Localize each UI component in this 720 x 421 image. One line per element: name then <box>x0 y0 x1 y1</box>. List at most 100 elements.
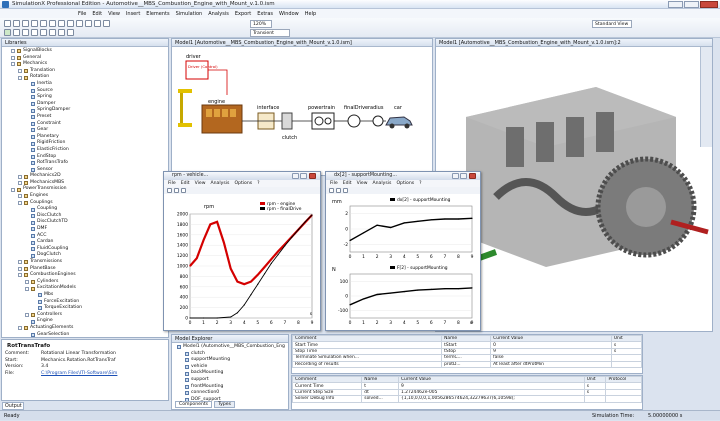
library-item[interactable]: PowerTransmission <box>4 186 166 193</box>
table-cell[interactable]: At least after dtProtMin <box>490 360 612 368</box>
library-item[interactable]: Translation <box>4 68 166 75</box>
library-item[interactable]: Couplings <box>4 200 166 207</box>
library-item[interactable]: Engines <box>4 193 166 200</box>
library-item[interactable]: Cylinders <box>4 279 166 286</box>
expander-icon[interactable] <box>18 273 22 278</box>
expander-icon[interactable] <box>18 326 22 331</box>
ellipse-icon[interactable] <box>58 29 65 36</box>
menu-export[interactable]: Export <box>235 11 251 17</box>
plot1-menu-item[interactable]: ? <box>257 181 259 186</box>
expander-icon[interactable] <box>18 266 22 271</box>
new-icon[interactable] <box>4 20 11 27</box>
library-item[interactable]: Planetary <box>4 134 166 141</box>
library-item[interactable]: DiscClutchTD <box>4 219 166 226</box>
explorer-item[interactable]: support <box>175 377 285 384</box>
mount-front[interactable] <box>178 89 192 93</box>
plot2-minimize-button[interactable] <box>452 173 459 179</box>
paste-icon[interactable] <box>58 20 65 27</box>
plot1-close-button[interactable] <box>309 173 316 179</box>
library-item[interactable]: PlanetBase <box>4 266 166 273</box>
expander-icon[interactable] <box>25 313 29 318</box>
library-item[interactable]: DiscClutch <box>4 213 166 220</box>
diagram-tab[interactable]: Model1 [Automotive__MBS_Combustion_Engin… <box>172 39 432 47</box>
finaldrive-block[interactable] <box>347 114 361 128</box>
view-select[interactable]: Standard View <box>592 19 632 28</box>
library-item[interactable]: Coupling <box>4 206 166 213</box>
plot2-menu-item[interactable]: View <box>357 181 368 186</box>
expander-icon[interactable] <box>11 55 15 60</box>
plot2-fit-icon[interactable] <box>343 188 348 193</box>
plot1-maximize-button[interactable] <box>300 173 307 179</box>
library-item[interactable]: Spring <box>4 94 166 101</box>
plot2-menu-item[interactable]: Options <box>396 181 414 186</box>
table-row[interactable]: Solver Debug Info solved... {1,10,0,0,0,1,… <box>292 395 642 403</box>
maximize-button[interactable] <box>684 1 699 8</box>
table-row[interactable]: Recording of results protD... At least aft… <box>292 360 642 368</box>
library-item[interactable]: SpringDamper <box>4 107 166 114</box>
stop-icon[interactable] <box>13 29 20 36</box>
clutch-block[interactable] <box>281 112 293 130</box>
zoom-select[interactable]: 120% <box>250 19 272 28</box>
plot1-menu-item[interactable]: View <box>195 181 206 186</box>
menu-elements[interactable]: Elements <box>146 11 169 17</box>
library-item[interactable]: TorqueExcitation <box>4 305 166 312</box>
plot1-legend-label[interactable]: rpm - finalDrive <box>267 206 302 212</box>
library-item[interactable]: RotTransTrafo <box>4 160 166 167</box>
library-item[interactable]: DogClutch <box>4 252 166 259</box>
library-item[interactable]: ExcitationModels <box>4 285 166 292</box>
output-tab[interactable]: Output <box>2 402 24 410</box>
menu-extras[interactable]: Extras <box>257 11 273 17</box>
expander-icon[interactable] <box>18 260 22 265</box>
reset-icon[interactable] <box>22 29 29 36</box>
library-item[interactable]: GearSelection <box>4 332 166 339</box>
menu-view[interactable]: View <box>108 11 120 17</box>
close-button[interactable] <box>700 1 718 8</box>
mount-rear[interactable] <box>178 123 192 127</box>
plot2-top-legend[interactable]: dx[2] - supportMounting <box>397 197 451 203</box>
plot2-menu-item[interactable]: ? <box>419 181 421 186</box>
plot2-zoom-icon[interactable] <box>329 188 334 193</box>
explorer-item[interactable]: supportMounting <box>175 357 285 364</box>
menu-insert[interactable]: Insert <box>126 11 140 17</box>
plot1-zoom-icon[interactable] <box>167 188 172 193</box>
explorer-tab-types[interactable]: Types <box>214 401 236 408</box>
support-chart[interactable]: 20-20 1 2 3 4 5 6 7 8 9mm dx[2] - supportMounting1… <box>326 194 480 330</box>
property-value[interactable]: C:\Program Files\ITI-Software\Sim <box>41 371 117 378</box>
library-item[interactable]: Rotation <box>4 74 166 81</box>
zoom-in-icon[interactable] <box>94 20 101 27</box>
copy-icon[interactable] <box>49 20 56 27</box>
library-item[interactable]: RigidFriction <box>4 140 166 147</box>
expander-icon[interactable] <box>18 181 22 186</box>
expander-icon[interactable] <box>18 174 22 179</box>
plot2-bottom-legend[interactable]: F[2] - supportMounting <box>397 265 448 271</box>
library-item[interactable]: ForceExcitation <box>4 299 166 306</box>
mount-spring[interactable] <box>180 93 183 123</box>
plot1-menu-item[interactable]: File <box>168 181 176 186</box>
plot1-menu-item[interactable]: Analysis <box>211 181 230 186</box>
plot1-fit-icon[interactable] <box>181 188 186 193</box>
expander-icon[interactable] <box>18 69 22 74</box>
library-item[interactable]: ElasticFriction <box>4 147 166 154</box>
plot2-menu-item[interactable]: Analysis <box>373 181 392 186</box>
menu-help[interactable]: Help <box>305 11 316 17</box>
library-item[interactable]: DMF <box>4 226 166 233</box>
line-icon[interactable] <box>40 29 47 36</box>
library-item[interactable]: Cardan <box>4 239 166 246</box>
radius-block[interactable] <box>372 115 384 127</box>
plot1-pan-icon[interactable] <box>174 188 179 193</box>
text-icon[interactable] <box>67 29 74 36</box>
library-item[interactable]: Inertia <box>4 81 166 88</box>
library-item[interactable]: Source <box>4 88 166 95</box>
plot2-close-button[interactable] <box>469 173 476 179</box>
menu-simulation[interactable]: Simulation <box>176 11 203 17</box>
plot2-pan-icon[interactable] <box>336 188 341 193</box>
explorer-item[interactable]: Model1 (Automotive__MBS_Combustion_Eng <box>175 344 285 351</box>
library-item[interactable]: Mbs <box>4 292 166 299</box>
step-icon[interactable] <box>31 29 38 36</box>
expander-icon[interactable] <box>11 62 15 67</box>
expander-icon[interactable] <box>18 75 22 80</box>
plot2-maximize-button[interactable] <box>460 173 467 179</box>
save-icon[interactable] <box>22 20 29 27</box>
library-item[interactable]: EndStop <box>4 154 166 161</box>
table-cell[interactable]: {1,10,0,0,0,1,0056286574624,32279637(6,1… <box>397 395 585 403</box>
